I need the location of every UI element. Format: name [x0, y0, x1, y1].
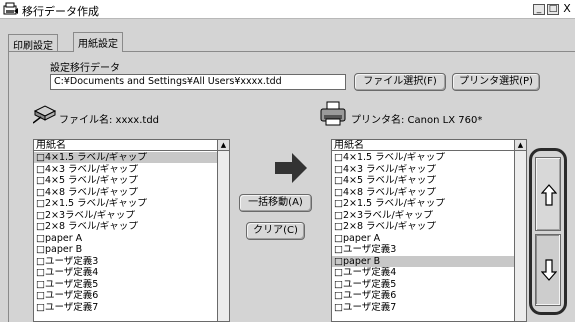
move-all-button[interactable]: 一括移動(A) — [239, 194, 312, 212]
list-item[interactable]: □ユーザ定義3 — [34, 256, 217, 267]
maximize-button[interactable]: □ — [547, 4, 559, 15]
list-item[interactable]: □4×3 ラベル/ギャップ — [34, 164, 217, 175]
migration-data-label: 設定移行データ — [50, 63, 120, 74]
list-item[interactable]: □4×3 ラベル/ギャップ — [332, 164, 514, 175]
list-item[interactable]: □ユーザ定義3 — [332, 244, 514, 255]
printer-name-label: プリンタ名: Canon LX 760* — [351, 115, 483, 126]
list-item[interactable]: □ユーザ定義5 — [34, 279, 217, 290]
target-paper-list[interactable]: 用紙名 □4×1.5 ラベル/ギャップ □4×3 ラベル/ギャップ □4×5 ラベル… — [331, 139, 527, 322]
clear-button[interactable]: クリア(C) — [246, 222, 305, 240]
list-item[interactable]: □ユーザ定義4 — [34, 267, 217, 278]
list-item[interactable]: □2×3ラベル/ギャップ — [34, 210, 217, 221]
printer-icon — [320, 101, 346, 126]
app-icon — [3, 2, 18, 15]
title-bar: 移行データ作成 _ □ X — [0, 0, 575, 19]
file-select-button[interactable]: ファイル選択(F) — [354, 73, 446, 91]
list-item[interactable]: □4×8 ラベル/ギャップ — [34, 187, 217, 198]
list-item[interactable]: □paper B — [34, 244, 217, 255]
move-down-button[interactable] — [535, 234, 561, 306]
list-item[interactable]: □ユーザ定義6 — [332, 290, 514, 301]
list-item[interactable]: □2×8 ラベル/ギャップ — [332, 221, 514, 232]
scrollbar[interactable]: ▲ — [217, 140, 229, 321]
list-item[interactable]: □2×1.5 ラベル/ギャップ — [332, 198, 514, 209]
close-button[interactable]: X — [561, 3, 573, 15]
list-item[interactable]: □4×1.5 ラベル/ギャップ — [34, 152, 217, 163]
list-header: 用紙名 — [34, 140, 217, 151]
right-arrow-icon — [275, 153, 307, 183]
up-arrow-icon — [541, 184, 557, 206]
list-item[interactable]: □ユーザ定義7 — [332, 302, 514, 313]
list-item[interactable]: □4×1.5 ラベル/ギャップ — [332, 152, 514, 163]
scrollbar[interactable]: ▲ — [514, 140, 526, 321]
list-item[interactable]: □paper A — [34, 233, 217, 244]
scroll-up-icon[interactable]: ▲ — [515, 140, 526, 151]
list-item[interactable]: □2×8 ラベル/ギャップ — [34, 221, 217, 232]
list-item[interactable]: □ユーザ定義7 — [34, 302, 217, 313]
down-arrow-icon — [541, 259, 557, 281]
list-item[interactable]: □2×1.5 ラベル/ギャップ — [34, 198, 217, 209]
tab-paper-settings[interactable]: 用紙設定 — [73, 32, 123, 52]
tab-print-settings[interactable]: 印刷設定 — [8, 34, 58, 52]
list-item[interactable]: □4×5 ラベル/ギャップ — [34, 175, 217, 186]
source-paper-list[interactable]: 用紙名 □4×1.5 ラベル/ギャップ □4×3 ラベル/ギャップ □4×5 ラベル… — [33, 139, 230, 322]
printer-select-button[interactable]: プリンタ選択(P) — [452, 73, 540, 91]
list-item[interactable]: □ユーザ定義5 — [332, 279, 514, 290]
list-item[interactable]: □paper A — [332, 233, 514, 244]
list-item[interactable]: □ユーザ定義6 — [34, 290, 217, 301]
reorder-buttons-frame — [529, 148, 567, 315]
minimize-button[interactable]: _ — [533, 4, 545, 15]
scroll-up-icon[interactable]: ▲ — [218, 140, 229, 151]
list-item[interactable]: □paper B — [332, 255, 514, 267]
file-name-label: ファイル名: xxxx.tdd — [59, 115, 160, 126]
list-item[interactable]: □2×3ラベル/ギャップ — [332, 210, 514, 221]
list-header: 用紙名 — [332, 140, 514, 151]
file-icon — [33, 105, 57, 124]
list-item[interactable]: □4×8 ラベル/ギャップ — [332, 187, 514, 198]
dialog-window: 移行データ作成 _ □ X 印刷設定 用紙設定 設定移行データ C:¥Docum… — [0, 0, 575, 322]
move-up-button[interactable] — [535, 157, 561, 231]
path-field[interactable]: C:¥Documents and Settings¥All Users¥xxxx… — [50, 74, 346, 90]
list-item[interactable]: □4×5 ラベル/ギャップ — [332, 175, 514, 186]
window-title: 移行データ作成 — [22, 5, 99, 18]
list-item[interactable]: □ユーザ定義4 — [332, 267, 514, 278]
